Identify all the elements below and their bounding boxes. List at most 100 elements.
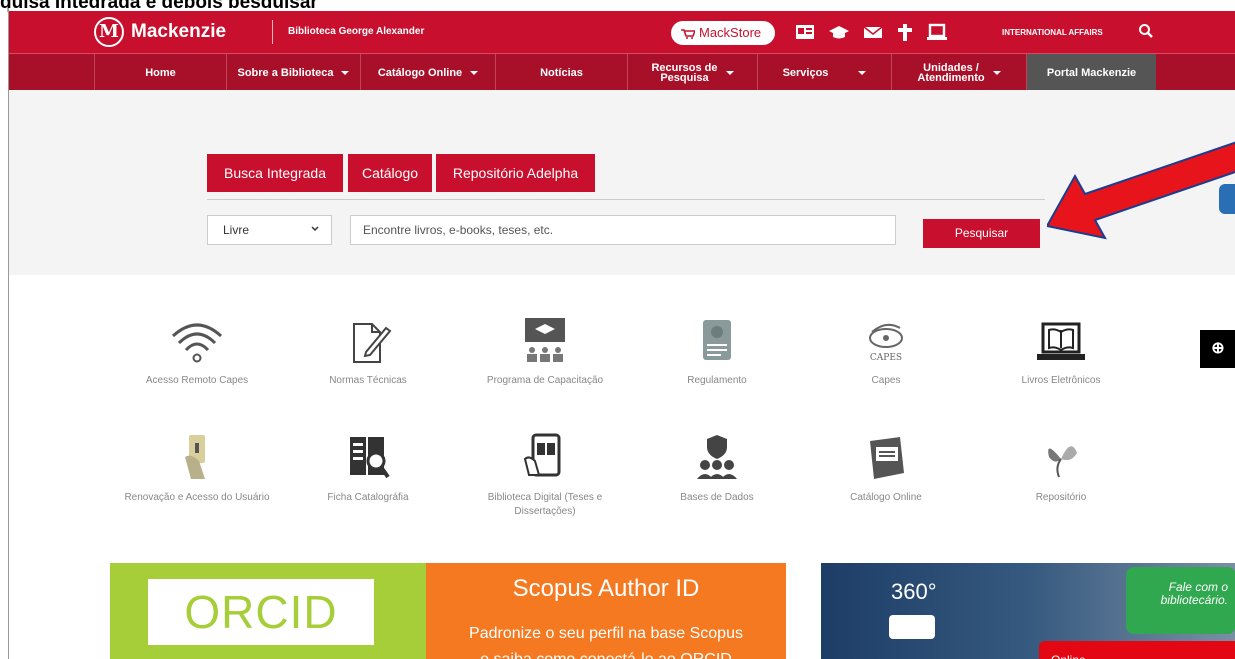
zoom-in-icon[interactable]: ⊕ bbox=[1200, 330, 1235, 368]
classroom-icon bbox=[525, 318, 565, 362]
nav-catalogo[interactable]: Catálogo Online bbox=[360, 54, 495, 91]
service-bases[interactable]: Bases de Dados bbox=[627, 433, 807, 505]
nav-noticias-label: Notícias bbox=[540, 66, 583, 79]
orcid-scopus-banner[interactable]: ORCID Scopus Author ID Padronize o seu p… bbox=[110, 563, 786, 659]
scopus-subtitle: Padronize o seu perfil na base Scopus e s… bbox=[426, 621, 786, 659]
mackstore-label: MackStore bbox=[699, 25, 762, 40]
service-label: Programa de Capacitação bbox=[486, 375, 604, 386]
users-shield-icon bbox=[697, 435, 737, 479]
laptop-book-icon bbox=[1037, 322, 1085, 360]
chat-line-2: bibliotecário. bbox=[1160, 593, 1228, 607]
nav-recursos-line2: Pesquisa bbox=[660, 71, 709, 84]
service-catalogo-online[interactable]: Catálogo Online bbox=[796, 433, 976, 505]
service-label: Biblioteca Digital (Teses e Dissertações… bbox=[487, 492, 603, 517]
graduation-cap-icon[interactable] bbox=[829, 23, 849, 41]
butterfly-icon bbox=[1048, 446, 1077, 478]
annotation-arrow-icon bbox=[1047, 141, 1235, 240]
certificate-icon bbox=[703, 320, 731, 360]
search-input[interactable]: Encontre livros, e-books, teses, etc. bbox=[350, 215, 896, 245]
nav-unidades-line2: Atendimento bbox=[917, 71, 985, 84]
brand-name[interactable]: Mackenzie bbox=[131, 21, 226, 43]
scopus-title: Scopus Author ID bbox=[512, 575, 700, 602]
chat-online-bar[interactable]: Online bbox=[1039, 641, 1235, 659]
service-renovacao[interactable]: Renovação e Acesso do Usuário bbox=[107, 433, 287, 505]
service-label: Acesso Remoto Capes bbox=[145, 375, 249, 386]
document-pen-icon bbox=[353, 323, 392, 363]
tab-repositorio[interactable]: Repositório Adelpha bbox=[436, 154, 595, 192]
cross-icon[interactable] bbox=[895, 23, 915, 41]
nav-home[interactable]: Home bbox=[94, 54, 226, 91]
tab-catalogo[interactable]: Catálogo bbox=[348, 154, 432, 192]
vr-360-label: 360° bbox=[891, 579, 937, 604]
nav-servicos[interactable]: Serviços bbox=[757, 54, 891, 91]
service-label: Normas Técnicas bbox=[329, 375, 407, 386]
id-card-icon[interactable] bbox=[795, 23, 815, 41]
service-livros[interactable]: Livros Eletrônicos bbox=[971, 316, 1151, 388]
laptop-icon[interactable] bbox=[927, 23, 947, 41]
cart-icon bbox=[681, 28, 695, 39]
top-header: M Mackenzie Biblioteca George Alexander … bbox=[9, 11, 1235, 53]
mackenzie-logo-icon[interactable]: M bbox=[94, 17, 124, 47]
svg-text:CAPES: CAPES bbox=[870, 353, 902, 363]
brand-divider bbox=[272, 20, 273, 44]
chat-bubble[interactable]: Fale com o bibliotecário. bbox=[1126, 567, 1235, 634]
scopus-panel: Scopus Author ID Padronize o seu perfil … bbox=[426, 563, 786, 659]
vr-headset-icon bbox=[889, 615, 935, 639]
service-repositorio[interactable]: Repositório bbox=[971, 433, 1151, 505]
wifi-icon bbox=[171, 323, 223, 363]
search-button[interactable]: Pesquisar bbox=[923, 219, 1040, 248]
chevron-down-icon bbox=[992, 70, 1001, 75]
service-label: Ficha Catalográfia bbox=[327, 492, 409, 503]
service-label: Catálogo Online bbox=[850, 492, 922, 503]
nav-portal[interactable]: Portal Mackenzie bbox=[1026, 54, 1156, 91]
service-biblioteca-digital[interactable]: Biblioteca Digital (Teses e Dissertações… bbox=[455, 433, 635, 519]
accessibility-hand-icon[interactable] bbox=[1219, 184, 1235, 214]
nav-catalogo-label: Catálogo Online bbox=[377, 66, 463, 79]
service-label: Bases de Dados bbox=[680, 492, 754, 503]
chat-line-1: Fale com o bbox=[1168, 580, 1228, 594]
service-label: Renovação e Acesso do Usuário bbox=[124, 492, 270, 503]
service-capes[interactable]: CAPES Capes bbox=[796, 316, 976, 388]
catalog-search-icon bbox=[350, 437, 390, 479]
nav-unidades[interactable]: Unidades / Atendimento bbox=[891, 54, 1026, 91]
service-acesso-remoto[interactable]: Acesso Remoto Capes bbox=[107, 316, 287, 388]
search-filter-select[interactable]: Livre bbox=[207, 215, 332, 245]
main-nav: Home Sobre a Biblioteca Catálogo Online … bbox=[9, 53, 1235, 91]
chevron-down-icon bbox=[725, 70, 734, 75]
library-name[interactable]: Biblioteca George Alexander bbox=[288, 26, 424, 37]
chevron-down-icon bbox=[858, 70, 867, 75]
orcid-logo: ORCID bbox=[148, 579, 374, 645]
nav-noticias[interactable]: Notícias bbox=[495, 54, 627, 91]
envelope-icon[interactable] bbox=[863, 23, 883, 41]
service-capacitacao[interactable]: Programa de Capacitação bbox=[455, 316, 635, 388]
service-regulamento[interactable]: Regulamento bbox=[627, 316, 807, 388]
chevron-down-icon bbox=[341, 70, 350, 75]
nav-recursos-label: Recursos de Pesquisa bbox=[651, 62, 717, 84]
chevron-down-icon bbox=[311, 226, 319, 232]
browser-viewport: M Mackenzie Biblioteca George Alexander … bbox=[8, 8, 1235, 659]
service-normas[interactable]: Normas Técnicas bbox=[278, 316, 458, 388]
service-label: Capes bbox=[871, 375, 901, 386]
international-affairs-link[interactable]: INTERNATIONAL AFFAIRS bbox=[1002, 28, 1103, 37]
hand-card-icon bbox=[185, 435, 205, 479]
tab-divider bbox=[207, 199, 1045, 200]
orcid-panel: ORCID bbox=[110, 563, 426, 659]
service-label: Livros Eletrônicos bbox=[1021, 375, 1101, 386]
service-label: Repositório bbox=[1035, 492, 1087, 503]
search-icon[interactable] bbox=[1138, 23, 1154, 39]
service-ficha[interactable]: Ficha Catalográfia bbox=[278, 433, 458, 505]
mackstore-button[interactable]: MackStore bbox=[671, 21, 775, 45]
nav-portal-label: Portal Mackenzie bbox=[1046, 66, 1137, 79]
nav-home-label: Home bbox=[145, 66, 176, 79]
capes-logo-icon: CAPES bbox=[869, 323, 903, 363]
tab-busca-integrada[interactable]: Busca Integrada bbox=[207, 154, 343, 192]
scopus-line-1: Padronize o seu perfil na base Scopus bbox=[469, 625, 743, 642]
nav-unidades-label: Unidades / Atendimento bbox=[917, 62, 985, 84]
service-label: Regulamento bbox=[687, 375, 747, 386]
search-filter-value: Livre bbox=[223, 223, 250, 237]
chevron-down-icon bbox=[470, 70, 479, 75]
scopus-line-2: e saiba como conectá-lo ao ORCID bbox=[480, 651, 732, 659]
nav-sobre[interactable]: Sobre a Biblioteca bbox=[226, 54, 360, 91]
nav-recursos[interactable]: Recursos de Pesquisa bbox=[627, 54, 757, 91]
tablet-book-icon bbox=[523, 433, 561, 477]
